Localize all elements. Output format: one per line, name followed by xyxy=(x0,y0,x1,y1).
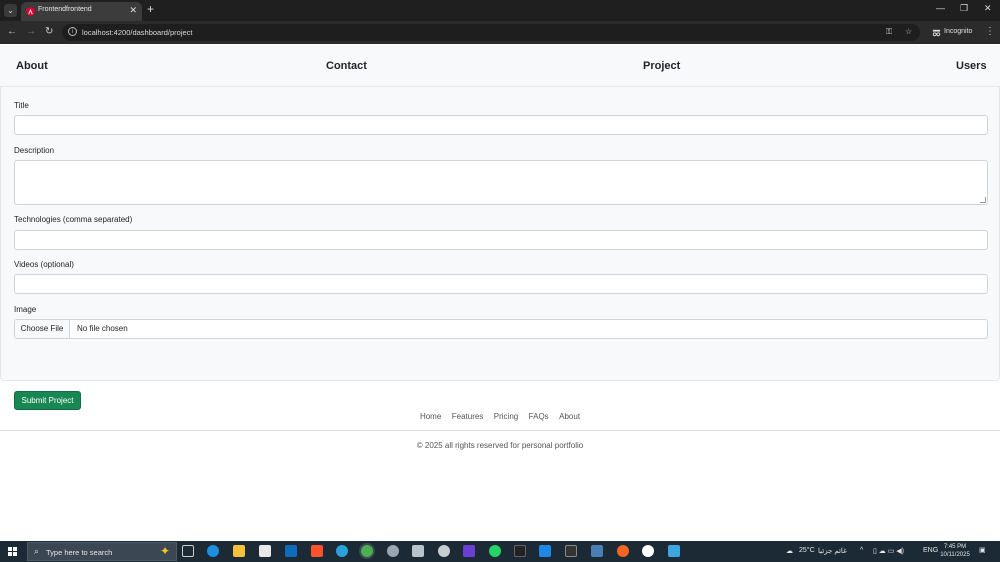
footer-link-pricing[interactable]: Pricing xyxy=(494,412,518,421)
brave-icon[interactable] xyxy=(311,545,323,557)
site-info-icon[interactable]: i xyxy=(68,27,77,36)
browser-toolbar: ← → ↻ i localhost:4200/dashboard/project… xyxy=(0,21,1000,44)
minimize-window-icon[interactable]: — xyxy=(936,3,945,13)
address-url[interactable]: localhost:4200/dashboard/project xyxy=(82,28,193,37)
browser-tab-strip: ⌄ Frontendfrontend ✕ + — ❐ ✕ xyxy=(0,0,1000,21)
close-window-icon[interactable]: ✕ xyxy=(984,3,992,14)
footer-link-features[interactable]: Features xyxy=(452,412,484,421)
footer-link-about[interactable]: About xyxy=(559,412,580,421)
copyright-text: © 2025 all rights reserved for personal … xyxy=(416,441,584,450)
nav-link-users[interactable]: Users xyxy=(956,60,987,72)
language-indicator[interactable]: ENG xyxy=(923,547,938,554)
show-hidden-icons-icon[interactable]: ^ xyxy=(860,547,863,554)
terminal-icon[interactable] xyxy=(565,545,577,557)
app-icon-2[interactable] xyxy=(412,545,424,557)
technologies-input[interactable] xyxy=(14,230,988,250)
angular-favicon-icon xyxy=(26,7,35,16)
nav-link-contact[interactable]: Contact xyxy=(326,60,367,72)
title-label: Title xyxy=(14,101,29,110)
nav-link-about[interactable]: About xyxy=(16,60,48,72)
videos-label: Videos (optional) xyxy=(14,260,74,269)
app-icon-1[interactable] xyxy=(387,545,399,557)
clock-time: 7:45 PM xyxy=(943,544,967,550)
app-icon-5[interactable] xyxy=(617,545,629,557)
file-explorer-icon[interactable] xyxy=(233,545,245,557)
weather-icon[interactable]: ☁ xyxy=(786,547,793,555)
taskbar-search-placeholder: Type here to search xyxy=(46,548,113,557)
image-label: Image xyxy=(14,305,37,314)
description-label: Description xyxy=(14,146,55,155)
copilot-sparkle-icon[interactable]: ✦ xyxy=(160,544,170,558)
new-tab-button[interactable]: + xyxy=(147,2,154,16)
weather-temp[interactable]: 25°C xyxy=(799,547,815,554)
image-file-input[interactable]: Choose File No file chosen xyxy=(14,319,988,339)
taskbar-search-box[interactable]: ⌕ Type here to search ✦ xyxy=(27,542,177,561)
project-form: Title Description Technologies (comma se… xyxy=(0,87,1000,410)
incognito-icon xyxy=(932,29,941,37)
search-icon: ⌕ xyxy=(34,546,40,556)
notifications-icon[interactable]: ▣ xyxy=(979,546,986,554)
forward-arrow-icon[interactable]: → xyxy=(26,26,36,37)
choose-file-button[interactable]: Choose File xyxy=(15,320,70,338)
app-icon-4[interactable] xyxy=(514,545,526,557)
description-textarea[interactable] xyxy=(14,160,988,205)
app-icon-3[interactable] xyxy=(438,545,450,557)
store-icon[interactable] xyxy=(259,545,271,557)
footer-link-faqs[interactable]: FAQs xyxy=(529,412,549,421)
weather-description[interactable]: غائم جزئيا xyxy=(818,547,847,555)
web-page: About Contact Project Users Title Descri… xyxy=(0,44,1000,541)
windows-taskbar: ⌕ Type here to search ✦ ☁ 25°C غائم جزئي… xyxy=(0,541,1000,562)
bookmark-star-icon[interactable]: ☆ xyxy=(905,27,912,36)
incognito-label[interactable]: Incognito xyxy=(944,28,972,35)
address-bar[interactable]: i localhost:4200/dashboard/project ⚿ ☆ xyxy=(62,24,920,41)
calculator-icon[interactable] xyxy=(591,545,603,557)
windows-start-icon[interactable] xyxy=(8,547,17,556)
chrome-icon[interactable] xyxy=(361,545,373,557)
browser-tab[interactable]: Frontendfrontend ✕ xyxy=(21,2,142,21)
top-navbar: About Contact Project Users xyxy=(0,45,1000,87)
clock-date: 10/11/2025 xyxy=(940,552,970,558)
nav-link-project[interactable]: Project xyxy=(643,60,680,72)
footer-links: Home Features Pricing FAQs About xyxy=(0,406,1000,424)
reload-icon[interactable]: ↻ xyxy=(45,26,53,37)
outlook-icon[interactable] xyxy=(285,545,297,557)
title-input[interactable] xyxy=(14,115,988,135)
tab-close-icon[interactable]: ✕ xyxy=(129,5,137,16)
edge-icon[interactable] xyxy=(207,545,219,557)
browser-menu-icon[interactable]: ⋮ xyxy=(985,26,995,37)
task-view-icon[interactable] xyxy=(182,545,194,557)
ide-icon[interactable] xyxy=(463,545,475,557)
taskbar-clock[interactable]: 7:45 PM 10/11/2025 xyxy=(938,543,972,559)
resize-handle-icon[interactable] xyxy=(980,197,986,203)
photos-icon[interactable] xyxy=(668,545,680,557)
tab-search-chevron-icon[interactable]: ⌄ xyxy=(4,4,17,17)
tab-title: Frontendfrontend xyxy=(38,6,92,13)
footer-divider xyxy=(0,430,1000,431)
restore-window-icon[interactable]: ❐ xyxy=(960,3,968,14)
vscode-icon[interactable] xyxy=(539,545,551,557)
telegram-icon[interactable] xyxy=(336,545,348,557)
file-status-text: No file chosen xyxy=(77,324,128,333)
whatsapp-icon[interactable] xyxy=(489,545,501,557)
footer-link-home[interactable]: Home xyxy=(420,412,441,421)
download-icon[interactable] xyxy=(642,545,654,557)
technologies-label: Technologies (comma separated) xyxy=(14,215,133,224)
back-arrow-icon[interactable]: ← xyxy=(7,26,17,37)
system-tray-icons[interactable]: ▯ ☁ ▭ ◀) xyxy=(873,547,904,555)
password-key-icon[interactable]: ⚿ xyxy=(886,27,892,37)
videos-input[interactable] xyxy=(14,274,988,294)
